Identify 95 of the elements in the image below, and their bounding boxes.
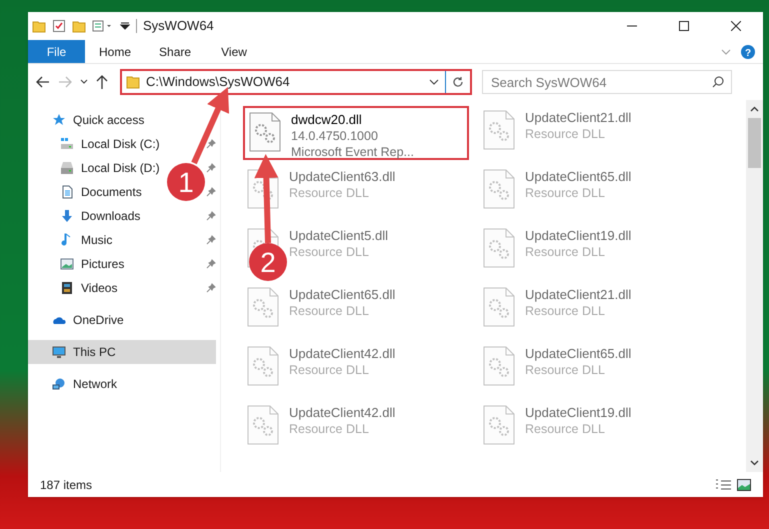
document-icon: [60, 185, 74, 199]
file-detail: Resource DLL: [525, 303, 605, 319]
file-detail: Resource DLL: [525, 126, 605, 142]
sidebar-item[interactable]: Network: [28, 372, 216, 396]
dll-file-icon: [483, 287, 515, 327]
ribbon-tab[interactable]: View: [205, 40, 264, 63]
dll-file-icon: [483, 346, 515, 386]
file-detail: 14.0.4750.1000: [291, 128, 378, 144]
help-icon[interactable]: ?: [741, 44, 755, 58]
dll-file-icon: [247, 346, 279, 386]
dropdown-caret-icon[interactable]: [429, 79, 439, 85]
down-arrow-icon: [60, 209, 74, 223]
scroll-up-icon[interactable]: [750, 106, 759, 112]
item-count: 187 items: [40, 476, 92, 494]
sidebar-item[interactable]: Local Disk (D:): [28, 156, 164, 180]
scrollbar[interactable]: [746, 100, 763, 472]
step-number: 2: [260, 247, 276, 278]
folder-icon: [126, 75, 140, 89]
file-detail: Resource DLL: [289, 303, 369, 319]
checklist-icon[interactable]: [52, 19, 66, 33]
sidebar-item[interactable]: OneDrive: [28, 308, 216, 332]
address-bar[interactable]: C:\Windows\SysWOW64: [120, 69, 472, 95]
scroll-down-icon[interactable]: [750, 460, 759, 466]
step-number: 1: [178, 167, 194, 198]
file-name[interactable]: UpdateClient42.dll: [289, 405, 396, 421]
file-name[interactable]: UpdateClient19.dll: [525, 405, 632, 421]
file-name[interactable]: UpdateClient21.dll: [525, 110, 632, 126]
pin-icon[interactable]: [206, 211, 216, 221]
file-detail: Microsoft Event Rep...: [291, 144, 414, 160]
file-name[interactable]: UpdateClient21.dll: [525, 287, 632, 303]
file-name[interactable]: UpdateClient5.dll: [289, 228, 388, 244]
folder-icon[interactable]: [72, 19, 86, 33]
properties-icon[interactable]: [92, 19, 114, 33]
search-field[interactable]: Search SysWOW64: [482, 70, 732, 94]
dll-file-icon: [249, 112, 281, 152]
pin-icon[interactable]: [206, 283, 216, 293]
close-icon: [731, 21, 741, 31]
file-name[interactable]: UpdateClient65.dll: [525, 169, 632, 185]
folder-icon[interactable]: [32, 19, 46, 33]
file-name[interactable]: UpdateClient42.dll: [289, 346, 396, 362]
sidebar-item[interactable]: Videos: [28, 276, 122, 300]
up-arrow-icon[interactable]: [96, 75, 108, 89]
dll-file-icon: [247, 405, 279, 445]
file-name[interactable]: UpdateClient19.dll: [525, 228, 632, 244]
pin-icon[interactable]: [206, 187, 216, 197]
pin-icon[interactable]: [206, 259, 216, 269]
file-detail: Resource DLL: [289, 421, 369, 437]
file-detail: Resource DLL: [289, 362, 369, 378]
pin-icon[interactable]: [206, 163, 216, 173]
large-icons-view-icon[interactable]: [737, 478, 751, 490]
refresh-icon[interactable]: [452, 76, 464, 88]
file-name[interactable]: UpdateClient65.dll: [289, 287, 396, 303]
file-name[interactable]: UpdateClient63.dll: [289, 169, 396, 185]
file-menu-button[interactable]: File: [28, 40, 85, 63]
network-icon: [52, 377, 66, 391]
dll-file-icon: [483, 110, 515, 150]
file-detail: Resource DLL: [525, 244, 605, 260]
dll-file-icon: [483, 169, 515, 209]
file-name[interactable]: dwdcw20.dll: [291, 112, 362, 128]
address-path: C:\Windows\SysWOW64: [146, 73, 291, 92]
file-detail: Resource DLL: [525, 421, 605, 437]
dll-file-icon: [247, 169, 279, 209]
sidebar-item[interactable]: Pictures: [28, 252, 128, 276]
drive-icon: [60, 137, 74, 151]
search-icon: [712, 76, 724, 88]
dll-file-icon: [483, 405, 515, 445]
sidebar-item[interactable]: This PC: [28, 340, 216, 364]
monitor-icon: [52, 345, 66, 359]
sidebar-item[interactable]: Music: [28, 228, 116, 252]
details-view-icon[interactable]: [715, 478, 731, 490]
dll-file-icon: [247, 287, 279, 327]
file-detail: Resource DLL: [525, 185, 605, 201]
picture-icon: [60, 257, 74, 271]
back-arrow-icon[interactable]: [36, 76, 50, 88]
sidebar-item[interactable]: Downloads: [28, 204, 144, 228]
sidebar-item[interactable]: Documents: [28, 180, 146, 204]
sidebar-item[interactable]: Quick access: [28, 108, 216, 132]
file-name[interactable]: UpdateClient65.dll: [525, 346, 632, 362]
window-title: SysWOW64: [143, 17, 214, 36]
expand-ribbon-icon[interactable]: [721, 48, 731, 54]
file-detail: Resource DLL: [289, 244, 369, 260]
scrollbar-thumb[interactable]: [748, 118, 761, 168]
star-icon: [52, 113, 66, 127]
maximize-icon: [679, 21, 689, 31]
recent-dropdown-icon[interactable]: [80, 79, 88, 85]
pin-icon[interactable]: [206, 235, 216, 245]
drive-icon: [60, 161, 74, 175]
ribbon-tab[interactable]: Share: [145, 40, 206, 63]
file-detail: Resource DLL: [289, 185, 369, 201]
film-icon: [60, 281, 74, 295]
pin-icon[interactable]: [206, 139, 216, 149]
dll-file-icon: [483, 228, 515, 268]
sidebar-item[interactable]: Local Disk (C:): [28, 132, 164, 156]
ribbon-tab[interactable]: Home: [85, 40, 146, 63]
file-detail: Resource DLL: [525, 362, 605, 378]
